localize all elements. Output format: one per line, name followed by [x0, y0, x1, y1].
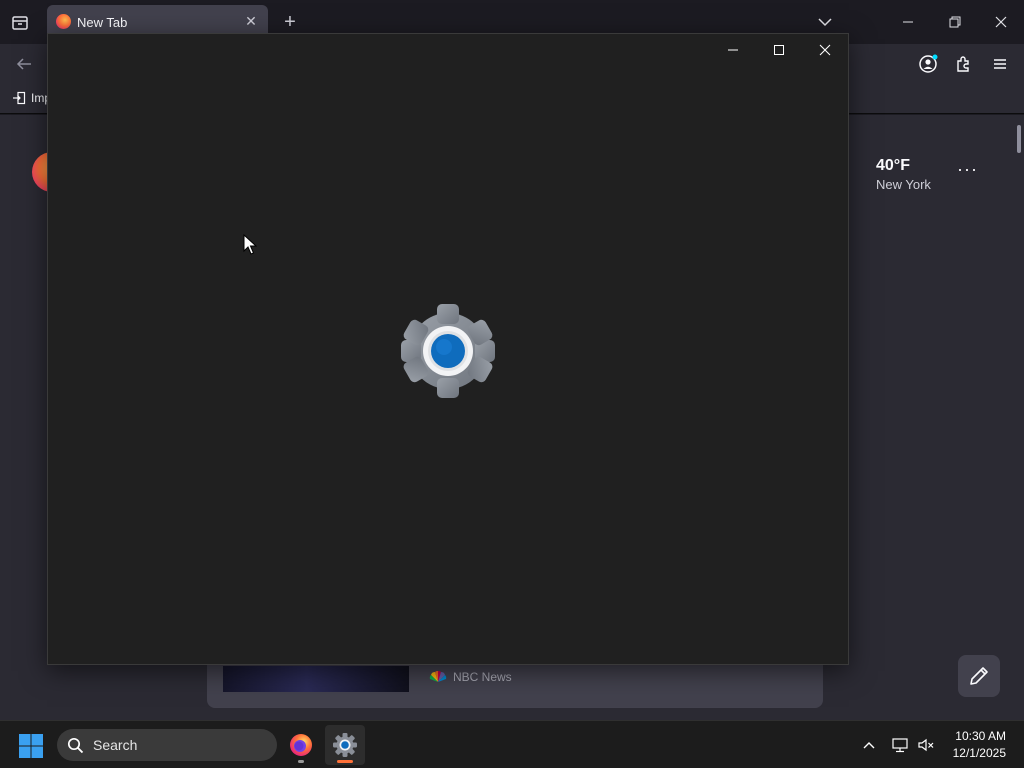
show-hidden-icons-chevron-up-icon[interactable]	[859, 735, 879, 755]
account-icon[interactable]	[917, 53, 939, 75]
taskbar-firefox-button[interactable]	[281, 725, 321, 765]
windows-logo-icon	[19, 734, 43, 758]
settings-minimize-button[interactable]	[713, 38, 753, 62]
back-button[interactable]	[12, 53, 36, 75]
settings-splash-window	[47, 33, 849, 665]
new-tab-button[interactable]: +	[279, 11, 301, 33]
customize-edit-button[interactable]	[958, 655, 1000, 697]
firefox-icon	[290, 734, 312, 756]
taskbar-search-box[interactable]: Search	[57, 729, 277, 761]
browser-restore-button[interactable]	[943, 10, 967, 34]
import-icon	[13, 91, 26, 105]
list-all-tabs-button[interactable]	[8, 12, 32, 34]
settings-active-indicator	[337, 760, 353, 763]
news-story-image	[223, 666, 409, 692]
search-placeholder: Search	[93, 737, 138, 753]
tab-close-button[interactable]: ✕	[242, 12, 260, 30]
network-icon[interactable]	[890, 735, 910, 755]
nbc-peacock-icon	[429, 671, 447, 682]
settings-close-button[interactable]	[805, 38, 845, 62]
mouse-pointer-icon	[243, 233, 258, 256]
weather-city: New York	[876, 177, 931, 192]
browser-minimize-button[interactable]	[896, 10, 920, 34]
firefox-favicon-icon	[56, 14, 71, 29]
news-source: NBC News	[429, 670, 512, 684]
taskbar-settings-button[interactable]	[325, 725, 365, 765]
tab-overflow-chevron-down-icon[interactable]	[815, 13, 835, 31]
search-icon	[67, 737, 84, 754]
windows-taskbar: Search 10:30 AM 12/1/2025	[0, 720, 1024, 768]
news-story-card[interactable]: NBC News	[207, 660, 823, 708]
weather-more-options-button[interactable]: ···	[957, 159, 978, 180]
tab-list-icon	[12, 16, 28, 30]
import-bookmarks-button[interactable]: Imp	[12, 91, 51, 105]
page-scrollbar-thumb[interactable]	[1017, 125, 1021, 153]
weather-temperature: 40°F	[876, 157, 910, 174]
app-menu-icon[interactable]	[989, 53, 1011, 75]
extensions-icon[interactable]	[953, 53, 975, 75]
start-button[interactable]	[18, 733, 44, 759]
volume-muted-icon[interactable]	[916, 735, 936, 755]
browser-close-button[interactable]	[989, 10, 1013, 34]
arrow-left-icon	[16, 58, 31, 70]
settings-gear-icon	[398, 301, 498, 401]
taskbar-clock-time[interactable]: 10:30 AM	[955, 729, 1006, 743]
firefox-running-indicator	[298, 760, 304, 763]
pencil-icon	[970, 667, 988, 685]
tab-title: New Tab	[77, 15, 128, 30]
settings-maximize-button[interactable]	[759, 38, 799, 62]
settings-app-icon	[333, 733, 357, 757]
news-source-label: NBC News	[453, 670, 512, 684]
taskbar-clock-date[interactable]: 12/1/2025	[953, 746, 1006, 760]
